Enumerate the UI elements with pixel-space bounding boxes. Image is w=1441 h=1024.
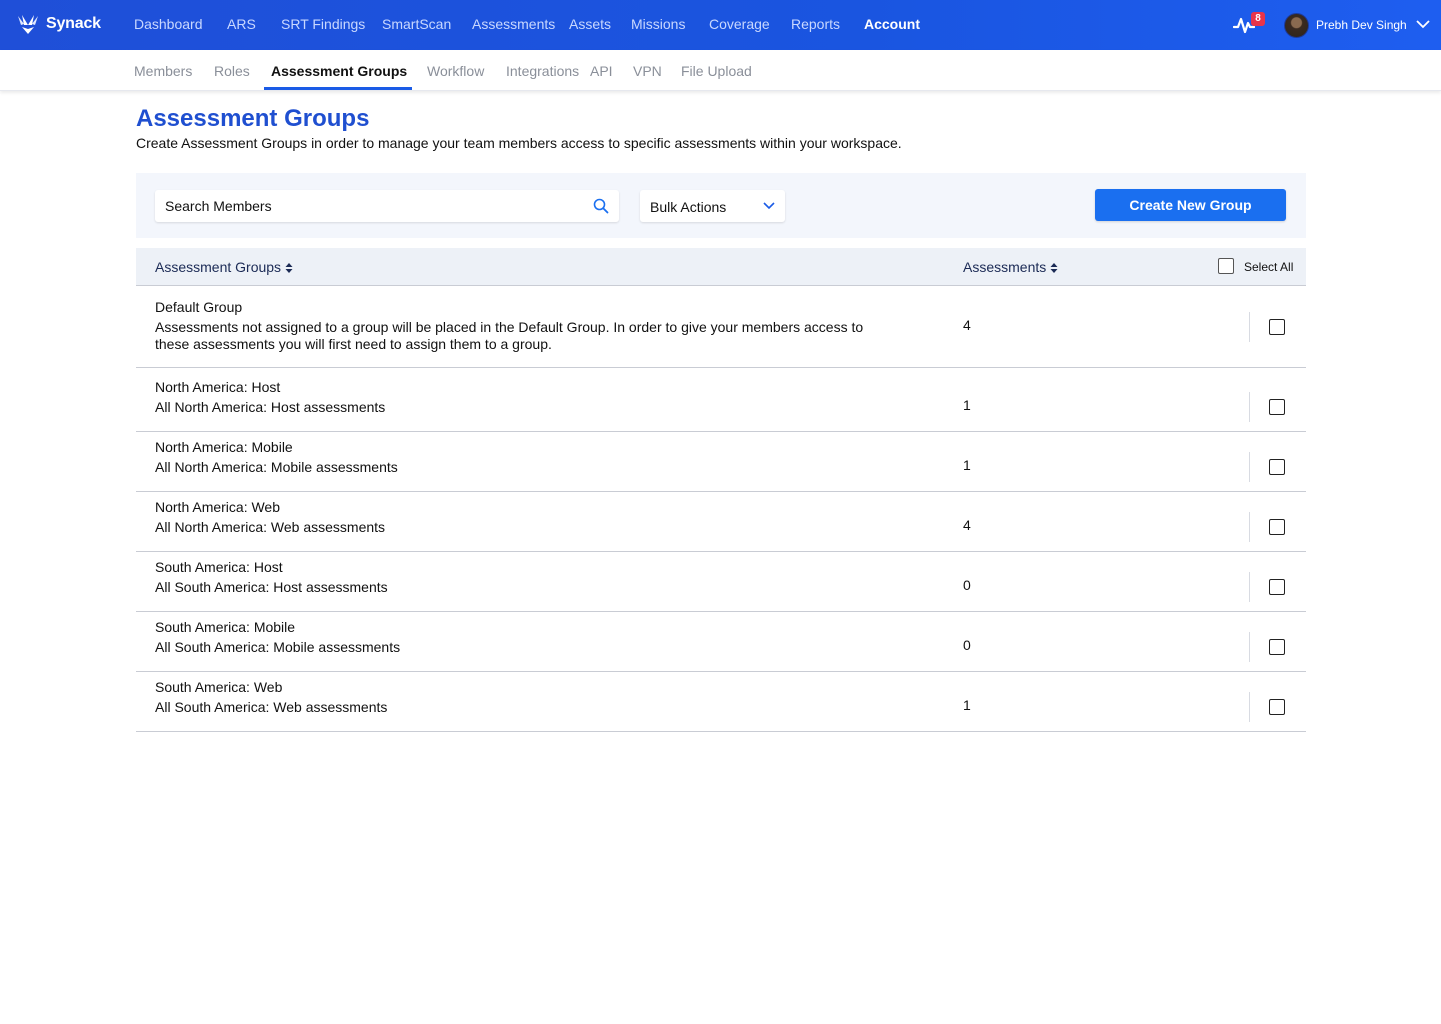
table-row: North America: Mobile All North America:… [136, 432, 1306, 492]
nav-missions[interactable]: Missions [631, 16, 685, 32]
row-divider [1249, 392, 1250, 422]
assessment-count: 4 [963, 317, 971, 333]
select-all-label: Select All [1244, 260, 1294, 274]
search-box [155, 190, 619, 222]
bulk-actions-label: Bulk Actions [650, 199, 727, 215]
row-divider [1249, 452, 1250, 482]
group-description: All North America: Mobile assessments [155, 459, 398, 475]
row-divider [1249, 632, 1250, 662]
row-checkbox[interactable] [1269, 639, 1285, 655]
page-title: Assessment Groups [136, 105, 370, 132]
assessment-count: 0 [963, 577, 971, 593]
row-checkbox[interactable] [1269, 459, 1285, 475]
group-description: All South America: Mobile assessments [155, 639, 401, 655]
nav-ars[interactable]: ARS [227, 16, 256, 32]
logo-text: Synack [46, 15, 101, 32]
row-checkbox[interactable] [1269, 399, 1285, 415]
row-divider [1249, 572, 1250, 602]
sort-icon [1050, 263, 1058, 274]
row-divider [1249, 692, 1250, 722]
tab-members[interactable]: Members [134, 63, 192, 79]
assessment-count: 0 [963, 637, 971, 653]
search-icon[interactable] [593, 198, 609, 214]
select-all-checkbox[interactable] [1218, 258, 1234, 274]
table-row: North America: Web All North America: We… [136, 492, 1306, 552]
group-name: North America: Host [155, 379, 281, 395]
active-tab-indicator [264, 87, 412, 90]
top-nav-bar: Synack Dashboard ARS SRT Findings SmartS… [0, 0, 1441, 50]
group-name: South America: Web [155, 679, 283, 695]
user-name[interactable]: Prebh Dev Singh [1316, 18, 1407, 32]
tab-vpn[interactable]: VPN [633, 63, 662, 79]
column-assessments-label: Assessments [963, 259, 1047, 275]
table-row: Default Group Assessments not assigned t… [136, 286, 1306, 368]
page-description: Create Assessment Groups in order to man… [136, 135, 902, 151]
group-description: All North America: Host assessments [155, 399, 386, 415]
row-checkbox[interactable] [1269, 699, 1285, 715]
create-new-group-button[interactable]: Create New Group [1095, 189, 1286, 221]
sub-nav: Members Roles Assessment Groups Workflow… [0, 50, 1441, 91]
group-name: Default Group [155, 299, 243, 315]
assessment-count: 1 [963, 697, 971, 713]
row-divider [1249, 512, 1250, 542]
tab-workflow[interactable]: Workflow [427, 63, 484, 79]
assessment-count: 1 [963, 397, 971, 413]
sort-icon [285, 263, 293, 274]
tab-roles[interactable]: Roles [214, 63, 250, 79]
nav-reports[interactable]: Reports [791, 16, 840, 32]
group-description: All North America: Web assessments [155, 519, 386, 535]
assessment-count: 4 [963, 517, 971, 533]
synack-logo[interactable]: Synack [16, 13, 101, 35]
tab-api[interactable]: API [590, 63, 613, 79]
chevron-down-icon[interactable] [1416, 19, 1430, 29]
notification-badge: 8 [1251, 12, 1265, 26]
tab-integrations[interactable]: Integrations [506, 63, 579, 79]
nav-dashboard[interactable]: Dashboard [134, 16, 203, 32]
column-assessment-groups[interactable]: Assessment Groups [155, 259, 293, 275]
bulk-actions-dropdown[interactable]: Bulk Actions [640, 190, 785, 222]
table-row: North America: Host All North America: H… [136, 368, 1306, 432]
group-description: All South America: Host assessments [155, 579, 388, 595]
group-description: Assessments not assigned to a group will… [155, 319, 864, 352]
row-checkbox[interactable] [1269, 319, 1285, 335]
group-name: South America: Host [155, 559, 283, 575]
nav-smartscan[interactable]: SmartScan [382, 16, 451, 32]
group-name: North America: Web [155, 499, 281, 515]
table-header: Assessment Groups Assessments Select All [136, 248, 1306, 286]
nav-assets[interactable]: Assets [569, 16, 611, 32]
toolbar: Bulk Actions Create New Group [136, 173, 1306, 238]
group-name: North America: Mobile [155, 439, 293, 455]
avatar[interactable] [1284, 13, 1309, 38]
group-description: All South America: Web assessments [155, 699, 388, 715]
table-row: South America: Host All South America: H… [136, 552, 1306, 612]
table-row: South America: Web All South America: We… [136, 672, 1306, 732]
nav-coverage[interactable]: Coverage [709, 16, 770, 32]
row-checkbox[interactable] [1269, 579, 1285, 595]
assessment-count: 1 [963, 457, 971, 473]
row-checkbox[interactable] [1269, 519, 1285, 535]
row-divider [1249, 312, 1250, 342]
group-name: South America: Mobile [155, 619, 296, 635]
column-assessment-groups-label: Assessment Groups [155, 259, 282, 275]
column-assessments[interactable]: Assessments [963, 259, 1058, 275]
nav-srt-findings[interactable]: SRT Findings [281, 16, 365, 32]
nav-assessments[interactable]: Assessments [472, 16, 555, 32]
tab-assessment-groups[interactable]: Assessment Groups [271, 63, 407, 79]
nav-account[interactable]: Account [864, 16, 920, 32]
table-row: South America: Mobile All South America:… [136, 612, 1306, 672]
synack-logo-icon [18, 15, 38, 34]
assessment-groups-table: Assessment Groups Assessments Select All… [136, 248, 1306, 732]
search-input[interactable] [165, 190, 585, 222]
chevron-down-icon [763, 202, 775, 210]
tab-file-upload[interactable]: File Upload [681, 63, 752, 79]
